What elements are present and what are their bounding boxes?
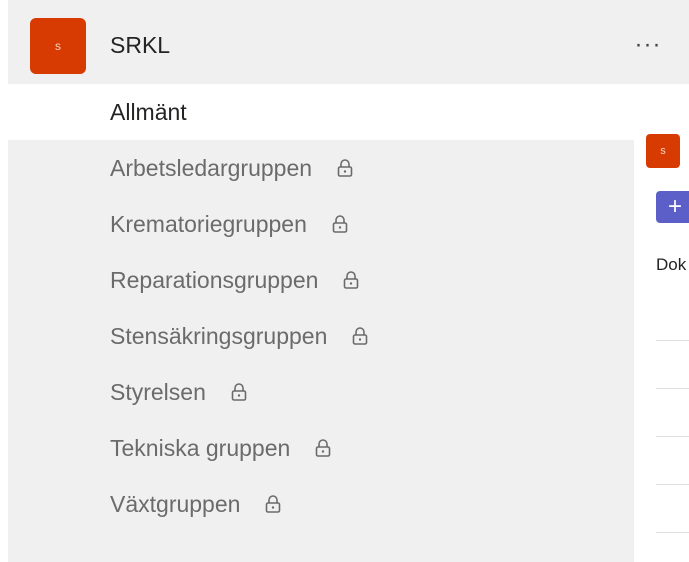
lock-icon: [337, 159, 353, 177]
channel-item-allmant[interactable]: Allmänt: [8, 84, 689, 140]
more-options-button[interactable]: ···: [628, 32, 668, 58]
lock-icon: [332, 215, 348, 233]
channel-label: Tekniska gruppen: [110, 434, 291, 461]
channel-item-tekniska-gruppen[interactable]: Tekniska gruppen: [8, 420, 634, 476]
divider: [656, 340, 689, 341]
channel-item-krematoriegruppen[interactable]: Krematoriegruppen: [8, 196, 634, 252]
channel-label: Styrelsen: [110, 378, 206, 405]
divider: [656, 388, 689, 389]
channel-label: Krematoriegruppen: [110, 210, 307, 237]
channel-item-arbetsledargruppen[interactable]: Arbetsledargruppen: [8, 140, 634, 196]
channel-label: Stensäkringsgruppen: [110, 322, 328, 349]
team-name[interactable]: SRKL: [110, 32, 170, 59]
lock-icon: [353, 327, 368, 345]
lock-icon: [231, 383, 247, 401]
channel-item-styrelsen[interactable]: Styrelsen: [8, 364, 634, 420]
channel-label: Arbetsledargruppen: [110, 154, 313, 181]
documents-label[interactable]: Dok: [656, 255, 686, 275]
mini-team-avatar: s: [646, 134, 680, 168]
channel-label: Allmänt: [110, 98, 187, 125]
add-button[interactable]: +: [656, 191, 689, 223]
channel-label: Växtgruppen: [110, 490, 241, 517]
lock-icon: [344, 271, 359, 289]
team-header[interactable]: s SRKL ···: [8, 6, 689, 82]
channel-item-vaxtgruppen[interactable]: Växtgruppen: [8, 476, 634, 532]
lock-icon: [315, 439, 331, 457]
channel-item-stensakringsgruppen[interactable]: Stensäkringsgruppen: [8, 308, 634, 364]
team-avatar[interactable]: s: [30, 18, 86, 74]
side-pane: s + Dok: [634, 125, 689, 562]
lock-icon: [266, 495, 281, 513]
divider: [656, 484, 689, 485]
divider: [656, 436, 689, 437]
channel-item-reparationsgruppen[interactable]: Reparationsgruppen: [8, 252, 634, 308]
divider: [656, 532, 689, 533]
channel-label: Reparationsgruppen: [110, 266, 319, 293]
